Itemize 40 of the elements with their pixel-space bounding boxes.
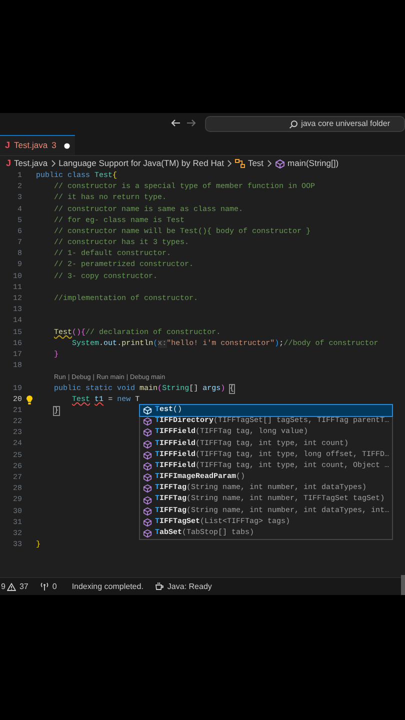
status-item[interactable]: 37 [19,580,28,592]
status-item[interactable]: 0 [52,580,57,592]
breadcrumb-text: Language Support for Java(TM) by Red Hat [58,157,224,170]
java-file-icon: J [6,156,12,170]
java-file-icon: J [5,138,10,152]
chevron-icon [226,160,232,167]
cube-icon [143,440,152,449]
cube-icon [143,417,152,426]
warning-icon [7,582,16,590]
cube-icon [143,506,152,516]
cube-icon [143,518,152,527]
chevron-icon [266,160,272,167]
class-icon [234,159,245,168]
tab-label: Test.java [14,139,48,152]
cube-icon [143,462,152,472]
search-field[interactable]: java core universal folder [205,116,405,132]
unsaved-dot-icon [64,142,70,148]
cube-icon [143,428,152,438]
status-message: Indexing completed. [72,580,144,592]
coffee-cup-icon [155,582,164,591]
cube-icon [143,496,152,505]
breadcrumb-item[interactable]: main(String[]) [288,157,339,170]
status-item[interactable]: Java: Ready [167,580,212,592]
chevron-icon [50,160,56,167]
lightbulb-icon[interactable] [26,395,32,406]
cube-icon [143,406,152,416]
breadcrumb-item[interactable]: Test.java [14,157,48,170]
cube-icon [143,450,152,460]
problem-count: 3 [52,139,56,152]
cube-icon [143,473,152,482]
cube-icon [143,529,152,538]
status-item[interactable]: 9 [1,580,6,592]
editor-tab[interactable]: J Test.java 3 [0,135,76,155]
breadcrumb-item[interactable]: Test [248,157,264,170]
cube-icon [274,158,285,168]
search-icon [289,120,298,128]
scrollbar[interactable] [401,575,405,595]
back-arrow-icon[interactable] [170,118,181,128]
cube-icon [143,484,152,494]
antenna-icon [40,582,50,591]
